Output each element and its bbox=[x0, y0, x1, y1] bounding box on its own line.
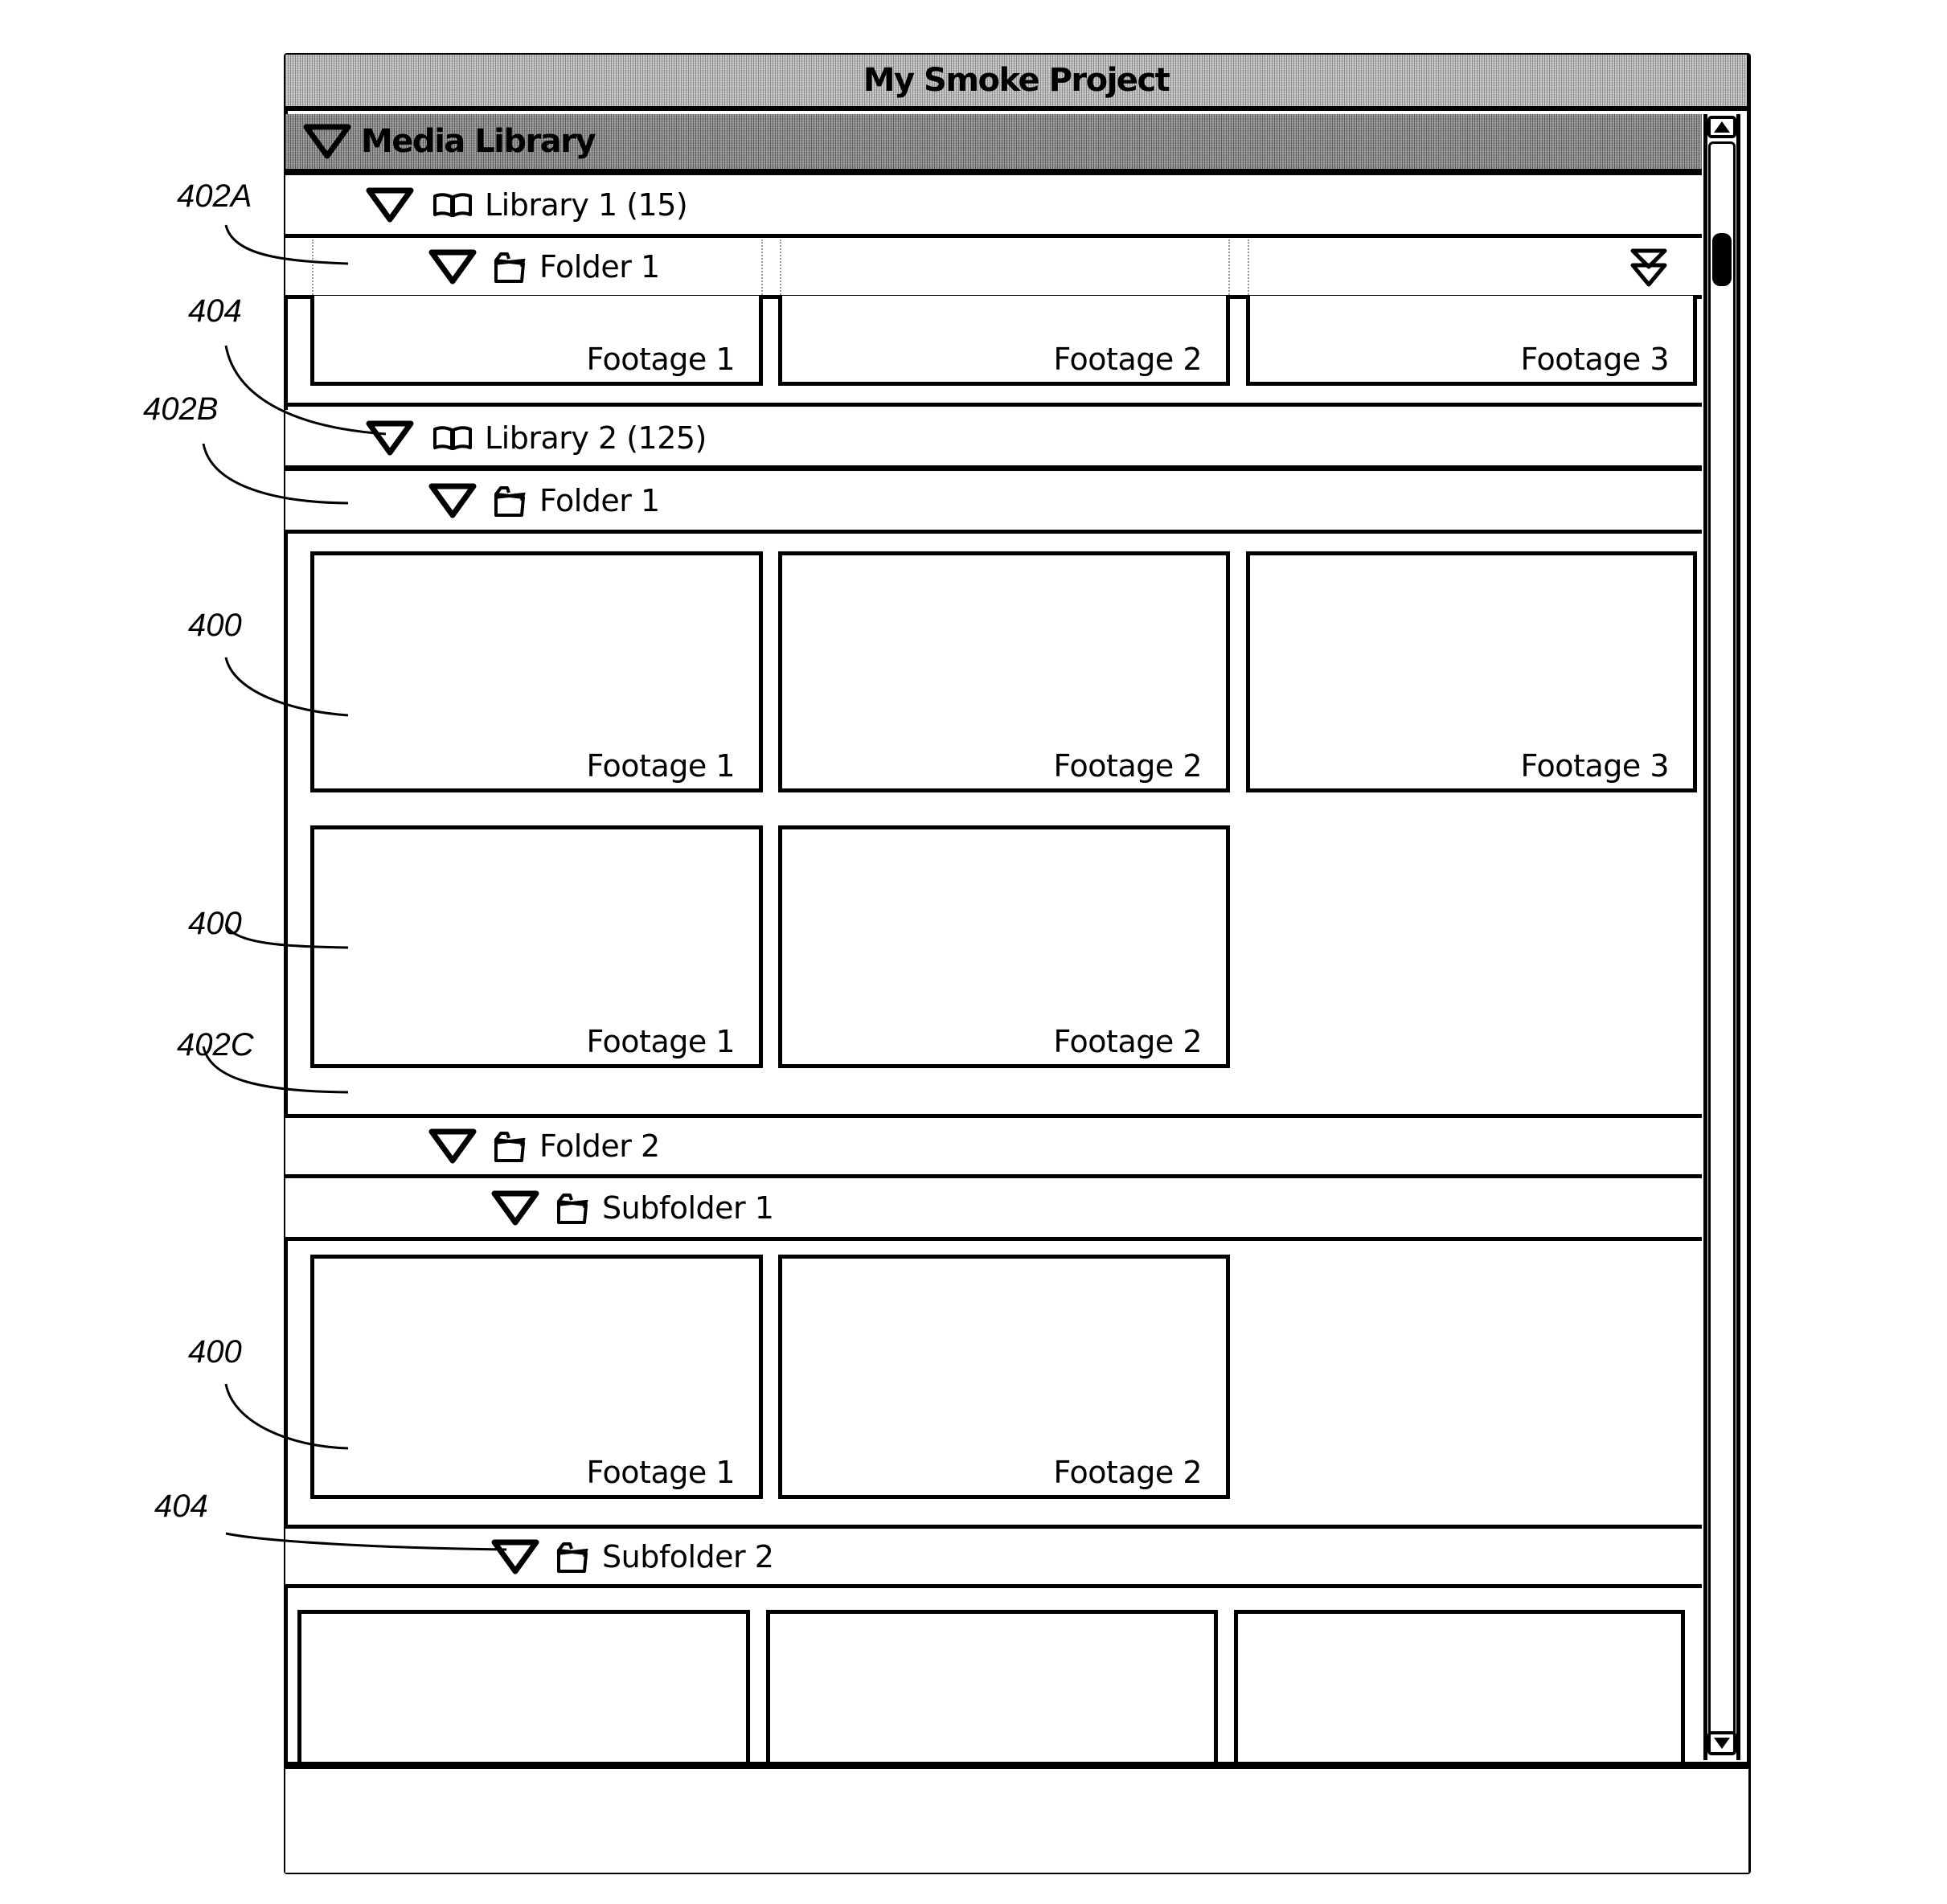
leader-line bbox=[202, 443, 349, 505]
leader-line bbox=[224, 923, 349, 949]
leader-line bbox=[224, 1383, 349, 1450]
leader-line bbox=[224, 224, 349, 265]
leader-line bbox=[225, 1532, 507, 1551]
annotation-leader-lines bbox=[202, 224, 507, 1551]
leader-line bbox=[202, 1046, 349, 1094]
leader-line bbox=[224, 345, 387, 436]
leader-line bbox=[224, 657, 349, 717]
